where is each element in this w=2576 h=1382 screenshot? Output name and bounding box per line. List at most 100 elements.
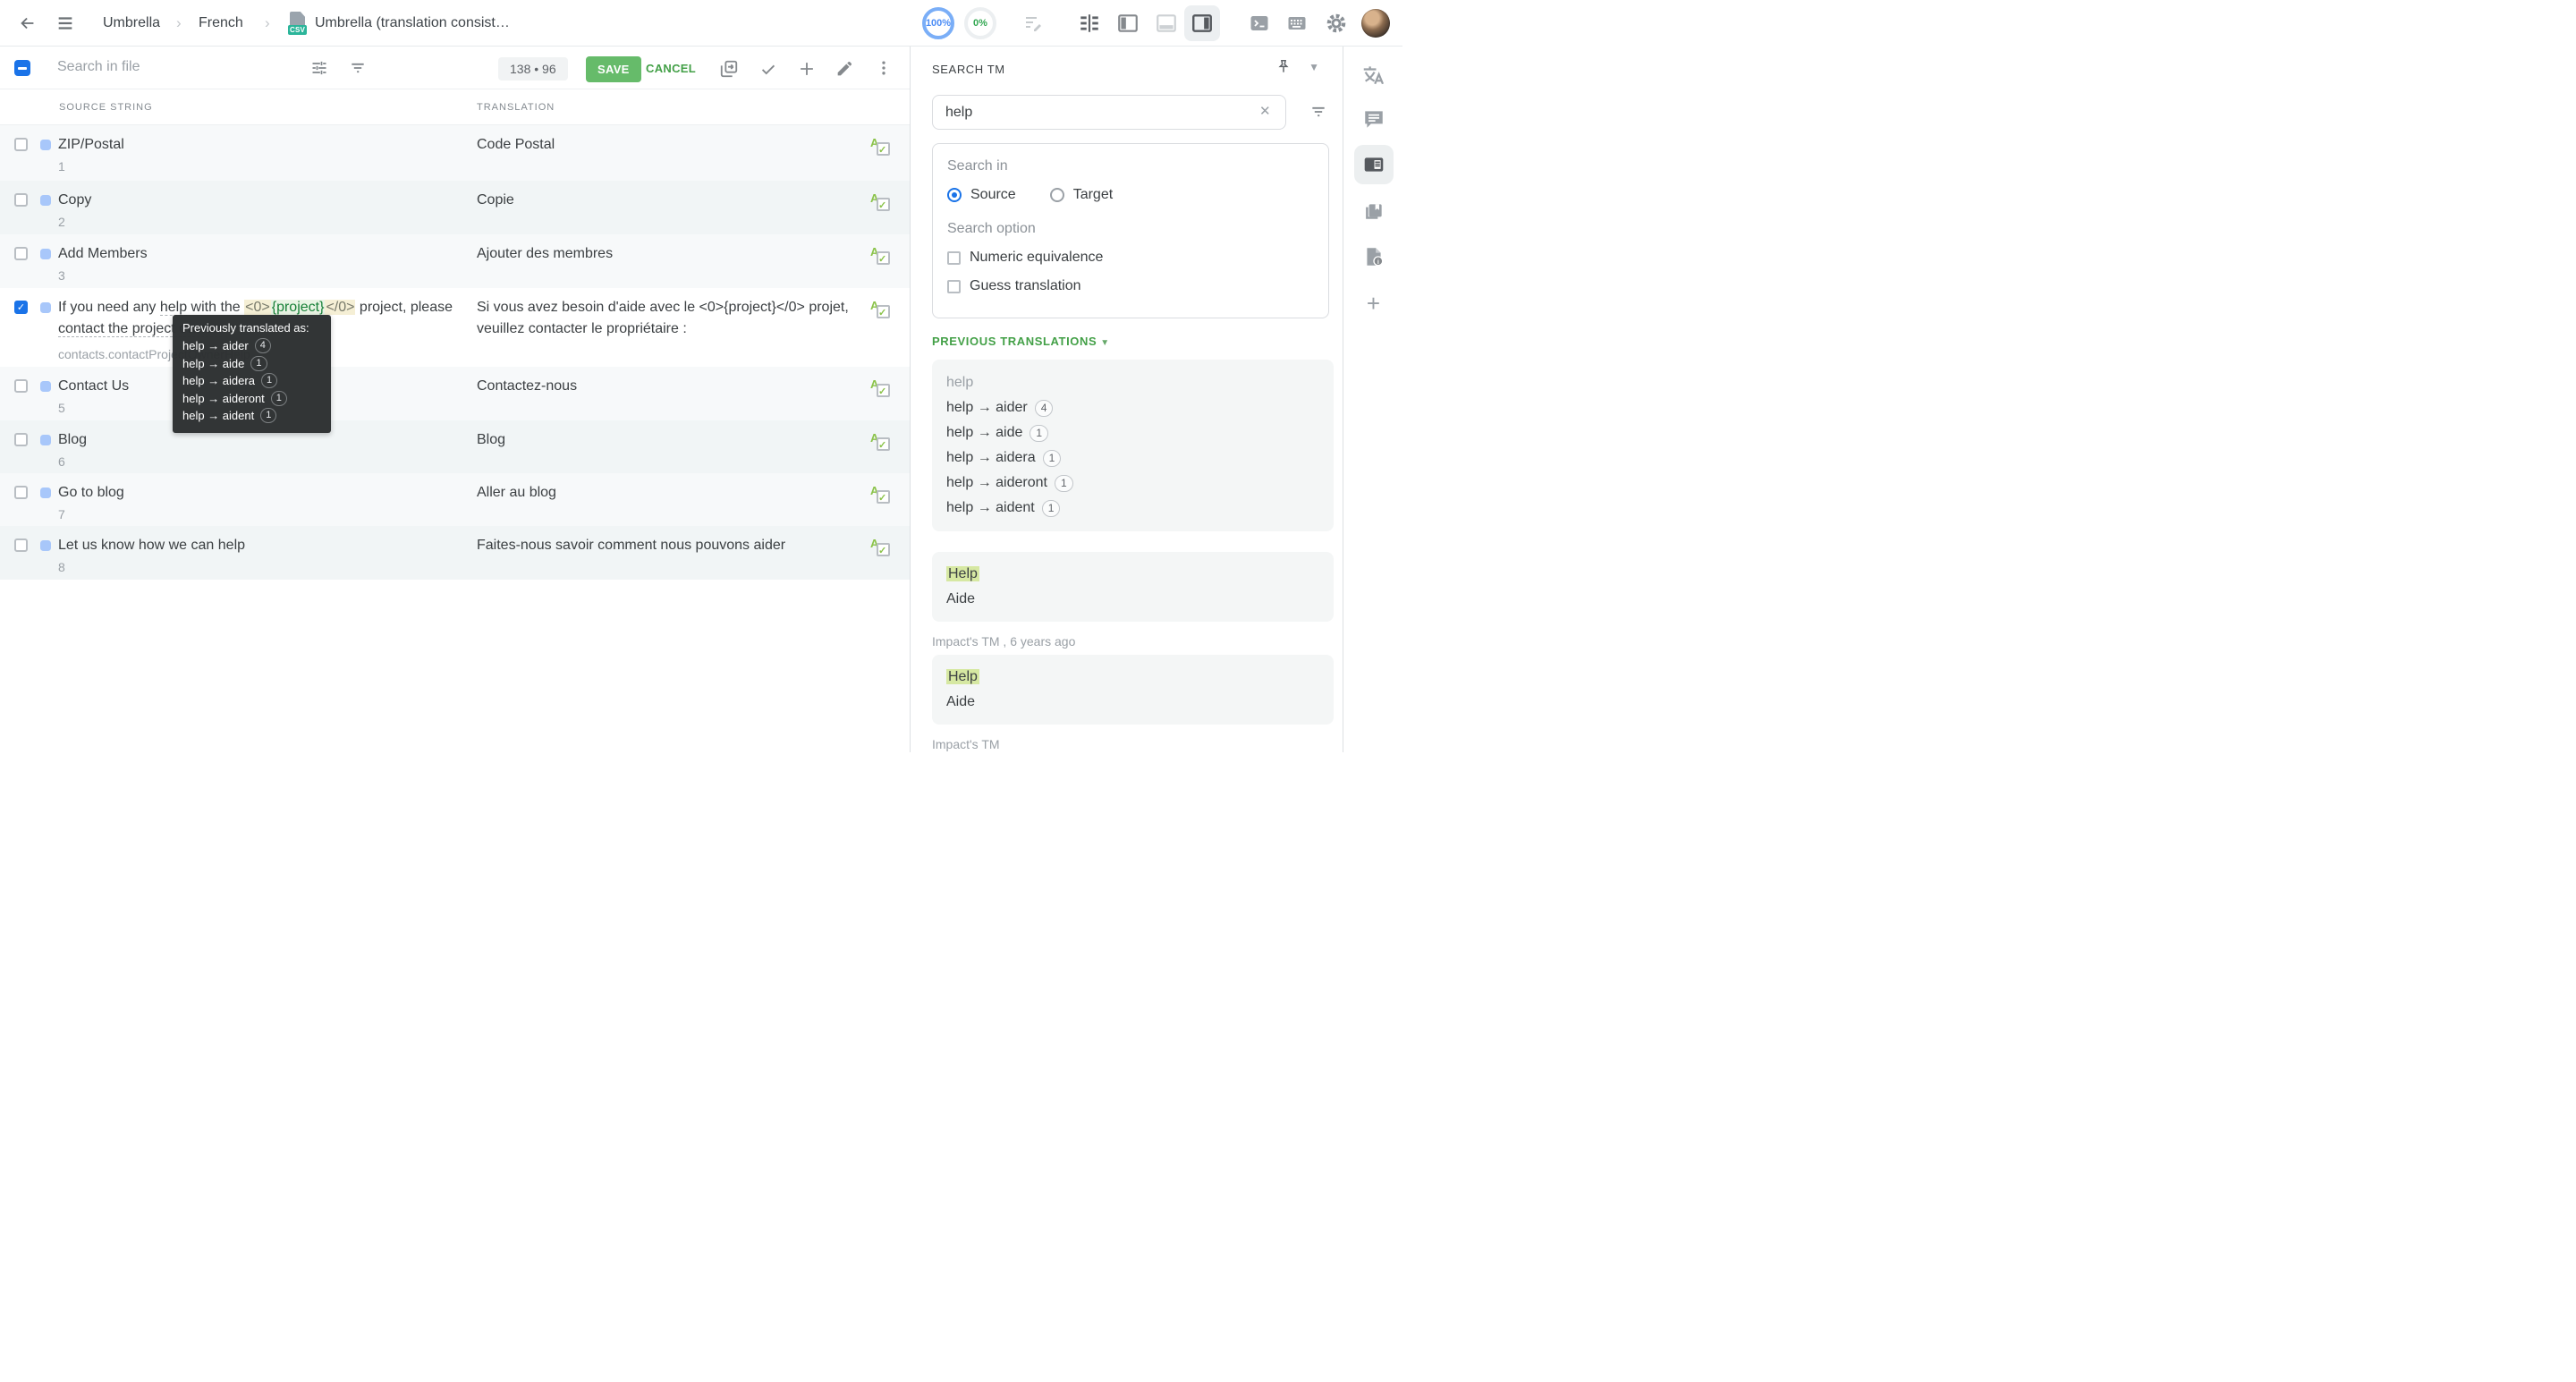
cancel-button[interactable]: CANCEL bbox=[646, 62, 696, 75]
keyboard-icon[interactable] bbox=[1286, 0, 1308, 47]
tooltip-count-badge: 4 bbox=[255, 338, 271, 353]
translation-text[interactable]: Aller au blog bbox=[477, 482, 861, 504]
avatar[interactable] bbox=[1361, 0, 1390, 47]
string-row[interactable]: Blog6BlogA✓ bbox=[0, 420, 910, 473]
crowdin-editor-page: Umbrella › French › CSV Umbrella (transl… bbox=[0, 0, 1402, 752]
previous-translation-pair: help → aideront bbox=[946, 471, 1047, 496]
translated-progress-ring[interactable]: 100% bbox=[922, 0, 954, 47]
string-row[interactable]: Let us know how we can help8Faites-nous … bbox=[0, 526, 910, 580]
approved-check-icon: ✓ bbox=[877, 437, 890, 451]
approved-progress-value: 0% bbox=[973, 18, 987, 29]
guess-translation-checkbox[interactable] bbox=[947, 280, 961, 293]
string-row[interactable]: Go to blog7Aller au blogA✓ bbox=[0, 473, 910, 526]
edit-pencil-icon[interactable] bbox=[835, 59, 852, 77]
copy-source-icon[interactable] bbox=[719, 59, 737, 77]
previous-translation-entry[interactable]: help → aideront1 bbox=[946, 471, 1319, 496]
source-string-text[interactable]: Blog bbox=[58, 429, 462, 451]
row-checkbox[interactable] bbox=[14, 247, 28, 260]
file-context-icon[interactable]: i bbox=[1343, 245, 1403, 268]
row-checkbox[interactable]: ✓ bbox=[14, 301, 28, 314]
previous-translations-toggle[interactable]: PREVIOUS TRANSLATIONS▼ bbox=[932, 335, 1110, 348]
row-checkbox[interactable] bbox=[14, 138, 28, 151]
sort-filter-icon[interactable] bbox=[349, 59, 367, 77]
numeric-equivalence-checkbox[interactable] bbox=[947, 251, 961, 265]
row-checkbox[interactable] bbox=[14, 486, 28, 499]
approve-check-icon[interactable] bbox=[758, 59, 776, 77]
string-row[interactable]: Copy2CopieA✓ bbox=[0, 181, 910, 234]
menu-icon[interactable] bbox=[55, 0, 75, 47]
radio-source[interactable]: Source bbox=[947, 187, 1016, 203]
search-in-file-input[interactable]: Search in file bbox=[57, 59, 140, 75]
top-bar: Umbrella › French › CSV Umbrella (transl… bbox=[0, 0, 1402, 47]
add-string-icon[interactable] bbox=[797, 59, 815, 77]
source-string-text[interactable]: ZIP/Postal bbox=[58, 134, 462, 156]
radio-target-control[interactable] bbox=[1050, 188, 1064, 202]
string-row[interactable]: ✓If you need any help with the <0>{proje… bbox=[0, 288, 910, 367]
translation-approved-icon: A✓ bbox=[870, 245, 886, 261]
pin-panel-icon[interactable] bbox=[1275, 57, 1292, 75]
string-row[interactable]: Contact Us5Contactez-nousA✓ bbox=[0, 367, 910, 420]
translation-text[interactable]: Copie bbox=[477, 190, 861, 211]
add-panel-icon[interactable]: + bbox=[1343, 290, 1403, 318]
breadcrumb-language[interactable]: French bbox=[199, 0, 243, 47]
search-tm-panel: SEARCH TM ▼ ✕ Search in Source Target bbox=[910, 47, 1343, 752]
approved-progress-ring[interactable]: 0% bbox=[964, 0, 996, 47]
previous-translation-entry[interactable]: help → aident1 bbox=[946, 496, 1319, 521]
right-panel-view-icon[interactable] bbox=[1184, 0, 1220, 47]
glossary-icon[interactable] bbox=[1343, 200, 1403, 224]
panel-chevron-down-icon[interactable]: ▼ bbox=[1309, 61, 1319, 73]
source-string-text[interactable]: Copy bbox=[58, 190, 462, 211]
previous-translation-entry[interactable]: help → aidera1 bbox=[946, 445, 1319, 471]
previous-translation-entry[interactable]: help → aider4 bbox=[946, 395, 1319, 420]
translation-memory-icon[interactable] bbox=[1343, 145, 1403, 184]
approved-check-icon: ✓ bbox=[877, 384, 890, 397]
radio-target[interactable]: Target bbox=[1050, 187, 1113, 203]
translation-approved-icon: A✓ bbox=[870, 484, 886, 500]
source-string-text[interactable]: Add Members bbox=[58, 243, 462, 265]
translation-text[interactable]: Contactez-nous bbox=[477, 376, 861, 397]
tm-result-target: Aide bbox=[946, 691, 1319, 714]
translate-icon[interactable] bbox=[1343, 63, 1403, 89]
row-checkbox[interactable] bbox=[14, 193, 28, 207]
file-title[interactable]: Umbrella (translation consist… bbox=[315, 0, 510, 47]
translation-text[interactable]: Ajouter des membres bbox=[477, 243, 861, 265]
string-status-dot bbox=[40, 249, 51, 259]
tune-filters-icon[interactable] bbox=[310, 59, 328, 77]
translation-text[interactable]: Blog bbox=[477, 429, 861, 451]
radio-source-control[interactable] bbox=[947, 188, 962, 202]
tm-result-card[interactable]: HelpAide bbox=[932, 655, 1334, 725]
console-icon[interactable] bbox=[1249, 0, 1270, 47]
tm-search-input[interactable] bbox=[932, 95, 1286, 130]
placeholder-chip: {project} bbox=[271, 300, 326, 315]
guess-translation-option[interactable]: Guess translation bbox=[947, 278, 1314, 294]
breadcrumb-project[interactable]: Umbrella bbox=[103, 0, 160, 47]
approved-check-icon: ✓ bbox=[877, 543, 890, 556]
side-by-side-view-icon[interactable] bbox=[1078, 0, 1101, 47]
select-all-checkbox[interactable] bbox=[14, 60, 30, 76]
back-icon[interactable] bbox=[18, 0, 38, 47]
left-panel-view-icon[interactable] bbox=[1116, 0, 1140, 47]
row-checkbox[interactable] bbox=[14, 538, 28, 552]
translation-text[interactable]: Code Postal bbox=[477, 134, 861, 156]
string-row[interactable]: Add Members3Ajouter des membresA✓ bbox=[0, 234, 910, 288]
more-options-icon[interactable] bbox=[875, 59, 893, 77]
bottom-panel-view-icon[interactable] bbox=[1155, 0, 1178, 47]
numeric-equivalence-option[interactable]: Numeric equivalence bbox=[947, 250, 1314, 266]
tm-result-card[interactable]: HelpAide bbox=[932, 552, 1334, 622]
settings-gear-icon[interactable] bbox=[1325, 0, 1348, 47]
clear-search-icon[interactable]: ✕ bbox=[1259, 103, 1271, 119]
row-checkbox[interactable] bbox=[14, 433, 28, 446]
tm-filter-icon[interactable] bbox=[1309, 103, 1327, 121]
row-checkbox[interactable] bbox=[14, 379, 28, 393]
editor-toolbar: Search in file 138 • 96 SAVE CANCEL bbox=[0, 47, 910, 89]
translation-text[interactable]: Si vous avez besoin d'aide avec le <0>{p… bbox=[477, 297, 861, 340]
comments-icon[interactable] bbox=[1343, 107, 1403, 131]
tooltip-translation-entry: help → aident1 bbox=[182, 407, 321, 425]
previous-translation-entry[interactable]: help → aide1 bbox=[946, 420, 1319, 445]
translation-text[interactable]: Faites-nous savoir comment nous pouvons … bbox=[477, 535, 861, 556]
source-string-text[interactable]: Let us know how we can help bbox=[58, 535, 462, 556]
string-row[interactable]: ZIP/Postal1Code PostalA✓ bbox=[0, 125, 910, 181]
save-button[interactable]: SAVE bbox=[586, 56, 641, 82]
source-string-text[interactable]: Go to blog bbox=[58, 482, 462, 504]
tooltip-pair-text: help → aideront bbox=[182, 390, 265, 408]
